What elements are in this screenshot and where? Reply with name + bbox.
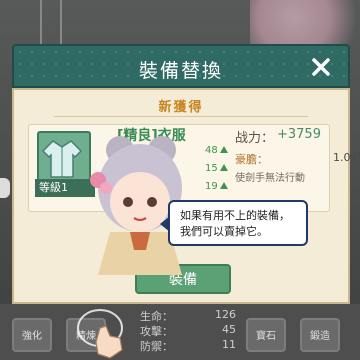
dialog-title: 裝備替換 xyxy=(138,60,223,82)
power-label: 战力： xyxy=(235,131,275,146)
tutorial-hand-pointer-icon xyxy=(77,309,123,359)
close-icon[interactable] xyxy=(308,54,334,80)
forge-button[interactable]: 鍛造 xyxy=(300,318,340,352)
skill-description: 使劍手無法行動 xyxy=(235,173,305,184)
left-arrow-icon[interactable] xyxy=(0,178,10,198)
stat-row: 攻擊： 45 xyxy=(140,323,236,338)
stat-row: 防禦： 11 xyxy=(140,338,236,353)
stat-name: 豪膽： xyxy=(235,153,268,166)
up-arrow-icon xyxy=(219,164,228,171)
stat-value: 1.04% xyxy=(333,151,360,164)
strengthen-button[interactable]: 強化 xyxy=(12,318,52,352)
stats-list: 生命： 126 攻擊： 45 防禦： 11 xyxy=(140,308,236,353)
up-arrow-icon xyxy=(219,182,228,189)
gem-button[interactable]: 寶石 xyxy=(246,318,286,352)
bottom-bar: 強化 精煉 生命： 126 攻擊： 45 防禦： 11 寶石 鍛造 xyxy=(0,304,360,360)
up-arrow-icon xyxy=(219,146,228,153)
tutorial-speech-bubble: 如果有用不上的裝備，我們可以賣掉它。 xyxy=(160,200,308,246)
weapon-rack-pole xyxy=(40,0,42,45)
dialog-header: 裝備替換 xyxy=(12,44,350,88)
weapon-rack-pole xyxy=(60,0,62,45)
speech-text: 如果有用不上的裝備，我們可以賣掉它。 xyxy=(180,209,290,238)
stat-row: 生命： 126 xyxy=(140,308,236,323)
tutorial-character-icon xyxy=(90,136,182,275)
power-value: +3759 xyxy=(277,127,321,142)
